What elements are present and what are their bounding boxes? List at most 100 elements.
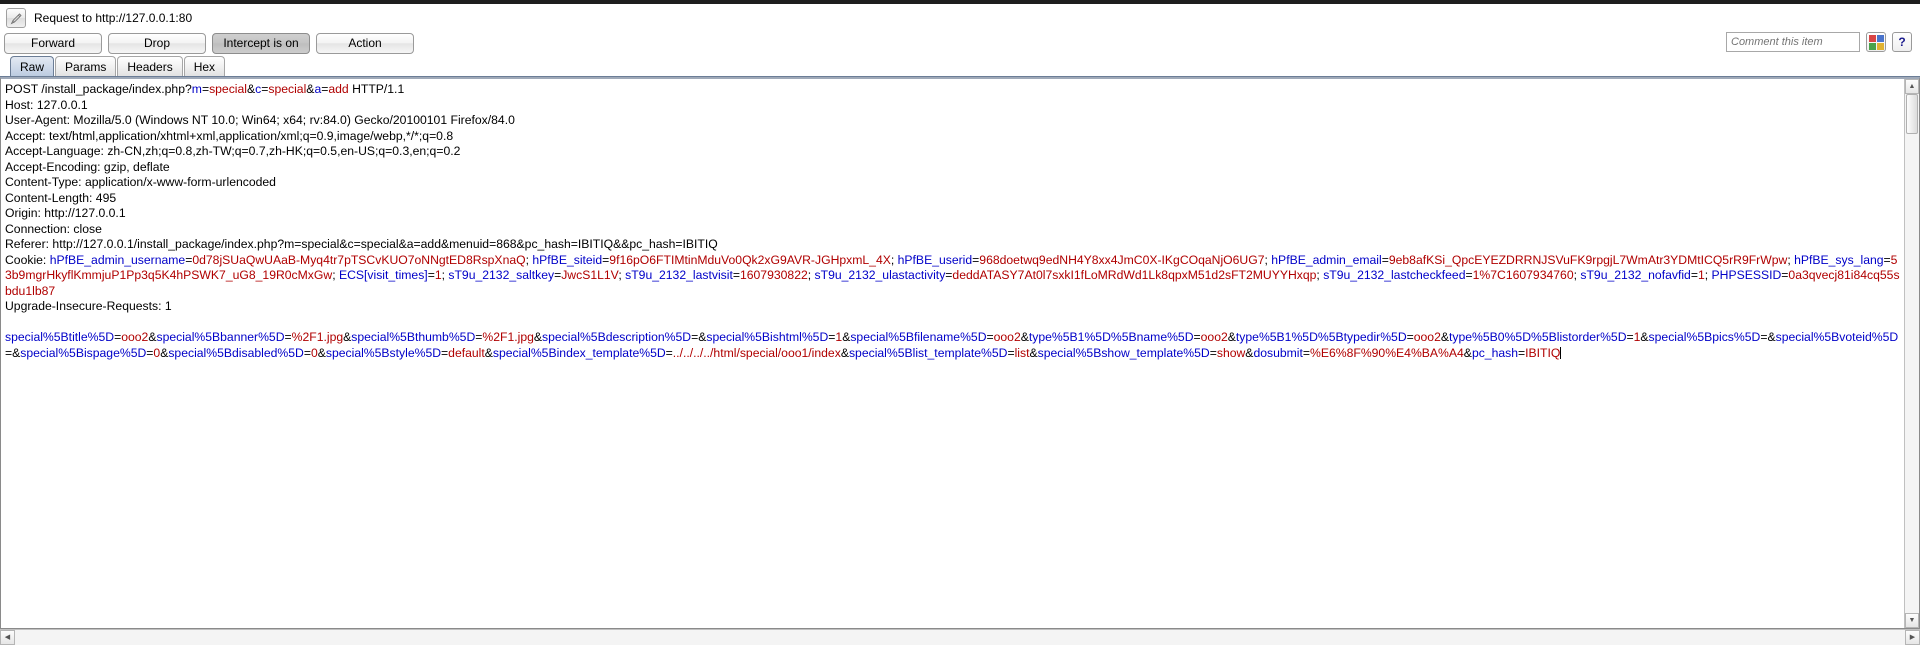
body-param-name: type%5B1%5D%5Bname%5D <box>1028 330 1194 344</box>
query-param-value: add <box>328 82 349 96</box>
body-param-name: special%5Bdisabled%5D <box>168 345 304 360</box>
tab-params[interactable]: Params <box>55 56 117 76</box>
text-caret <box>1560 346 1562 359</box>
header-text: Connection: close <box>5 221 102 236</box>
body-param-value: ooo2 <box>121 330 149 344</box>
cookie-value: 1 <box>1697 268 1705 282</box>
vertical-scroll-track[interactable] <box>1905 94 1919 613</box>
cookie-name: hPfBE_siteid <box>532 252 603 267</box>
cookie-name: hPfBE_sys_lang <box>1794 252 1884 267</box>
cookie-value: 9eb8afKSi_QpcEYEZDRRNJSVuFK9rpgjL7WmAtr3… <box>1388 252 1788 267</box>
cookie-name: hPfBE_userid <box>897 252 973 267</box>
request-text: = <box>1626 330 1634 344</box>
query-param-name: m <box>191 82 202 96</box>
request-text: = <box>732 268 740 282</box>
scroll-right-arrow-icon[interactable]: ▶ <box>1905 629 1920 645</box>
header-line-2: Accept: text/html,application/xhtml+xml,… <box>5 129 1902 145</box>
header-text: Referer: http://127.0.0.1/install_packag… <box>5 237 718 251</box>
request-text: = <box>1302 345 1311 360</box>
cookie-header: Cookie: hPfBE_admin_username = 0d78jSUaQwU… <box>5 253 1902 300</box>
cookie-name: sT9u_2132_saltkey <box>448 268 555 282</box>
http-version: HTTP/1.1 <box>348 82 405 96</box>
body-param-name: special%5Bthumb%5D <box>351 330 476 344</box>
request-method-path: POST /install_package/index.php? <box>5 82 192 96</box>
cookie-value: 9f16pO6FTIMtinMduVo0Qk2xG9AVR-JGHpxmL_4X <box>609 252 891 267</box>
cookie-label: Cookie: <box>5 252 50 267</box>
color-palette-icon[interactable] <box>1866 32 1886 52</box>
request-text: = <box>201 82 210 96</box>
comment-input[interactable] <box>1726 32 1860 52</box>
header-text: Accept: text/html,application/xhtml+xml,… <box>5 128 454 143</box>
request-text: & <box>1029 345 1038 360</box>
request-text: & <box>533 330 543 344</box>
window-titlebar: Request to http://127.0.0.1:80 <box>0 4 1920 30</box>
forward-button[interactable]: Forward <box>4 32 102 54</box>
request-text: = <box>665 345 673 360</box>
body-param-value: %2F1.jpg <box>482 330 534 344</box>
scroll-down-arrow-icon[interactable]: ▼ <box>1905 613 1919 628</box>
cookie-name: sT9u_2132_lastcheckfeed <box>1323 268 1466 282</box>
request-text: = <box>1690 268 1698 282</box>
body-param-name: type%5B0%5D%5Blistorder%5D <box>1449 330 1627 344</box>
request-text: & <box>1463 345 1472 360</box>
tab-raw[interactable]: Raw <box>10 56 55 76</box>
horizontal-scrollbar[interactable]: ◀ ▶ <box>0 629 1920 645</box>
body-param-value: list <box>1014 345 1030 360</box>
body-param-name: special%5Bstyle%5D <box>325 345 442 360</box>
vertical-scroll-thumb[interactable] <box>1906 94 1918 134</box>
raw-request-editor-panel: POST /install_package/index.php?m=specia… <box>0 77 1920 629</box>
message-view-tabs: Raw Params Headers Hex <box>0 56 1920 77</box>
drop-button[interactable]: Drop <box>108 32 206 54</box>
request-text: & <box>317 345 326 360</box>
header-line-4: Accept-Encoding: gzip, deflate <box>5 160 1902 176</box>
header-line-9: Referer: http://127.0.0.1/install_packag… <box>5 237 1902 253</box>
body-param-value: 0 <box>310 345 318 360</box>
body-param-value: IBITIQ <box>1525 345 1561 360</box>
request-text: = <box>1209 345 1217 360</box>
header-text: Accept-Encoding: gzip, deflate <box>5 159 170 174</box>
request-text: = <box>303 345 311 360</box>
cookie-value: 968doetwq9edNH4Y8xx4JmC0X-IKgCOqaNjO6UG7 <box>979 252 1265 267</box>
body-param-value: ooo2 <box>993 330 1021 344</box>
body-param-name: special%5Bindex_template%5D <box>492 345 666 360</box>
header-line-3: Accept-Language: zh-CN,zh;q=0.8,zh-TW;q=… <box>5 144 1902 160</box>
body-param-name: special%5Bishtml%5D <box>706 330 829 344</box>
request-text: = <box>1465 268 1473 282</box>
vertical-scrollbar[interactable]: ▲ ▼ <box>1904 79 1919 628</box>
cookie-name: PHPSESSID <box>1711 268 1782 282</box>
request-text: & <box>1767 330 1776 344</box>
header-text: User-Agent: Mozilla/5.0 (Windows NT 10.0… <box>5 113 515 127</box>
request-text: & <box>1020 330 1029 344</box>
intercept-toggle-button[interactable]: Intercept is on <box>212 32 310 54</box>
pencil-icon[interactable] <box>6 8 26 28</box>
body-param-name: dosubmit <box>1253 345 1303 360</box>
cookie-name: sT9u_2132_ulastactivity <box>814 268 946 282</box>
header-line-5: Content-Type: application/x-www-form-url… <box>5 175 1902 191</box>
body-param-name: special%5Bdescription%5D <box>542 330 692 344</box>
body-param-value: %2F1.jpg <box>291 330 344 344</box>
header-text: Origin: http://127.0.0.1 <box>5 206 126 220</box>
horizontal-scroll-track[interactable] <box>15 629 1905 645</box>
body-param-value: ooo2 <box>1200 330 1228 344</box>
cookie-value: 0d78jSUaQwUAaB-Myq4tr7pTSCvKUO7oNNgtED8R… <box>192 252 526 267</box>
scroll-up-arrow-icon[interactable]: ▲ <box>1905 79 1919 94</box>
action-button[interactable]: Action <box>316 32 414 54</box>
query-param-value: special <box>268 82 307 96</box>
scroll-left-arrow-icon[interactable]: ◀ <box>0 629 15 645</box>
header-text: Upgrade-Insecure-Requests: 1 <box>5 299 172 313</box>
tab-hex[interactable]: Hex <box>183 56 226 76</box>
request-text: = <box>1193 330 1201 344</box>
cookie-name: sT9u_2132_lastvisit <box>625 268 733 282</box>
body-param-name: special%5Bshow_template%5D <box>1037 345 1210 360</box>
cookie-value: 1%7C1607934760 <box>1472 268 1574 282</box>
raw-request-editor[interactable]: POST /install_package/index.php?m=specia… <box>1 79 1904 628</box>
body-param-name: special%5Btitle%5D <box>5 330 115 344</box>
body-param-name: special%5Bispage%5D <box>20 345 147 360</box>
request-text: & <box>247 82 256 96</box>
help-icon[interactable]: ? <box>1892 32 1912 52</box>
body-param-name: pc_hash <box>1471 345 1519 360</box>
body-param-name: special%5Bfilename%5D <box>850 330 987 344</box>
cookie-name: sT9u_2132_nofavfid <box>1580 268 1691 282</box>
cookie-name: hPfBE_admin_username <box>49 252 186 267</box>
tab-headers[interactable]: Headers <box>117 56 183 76</box>
